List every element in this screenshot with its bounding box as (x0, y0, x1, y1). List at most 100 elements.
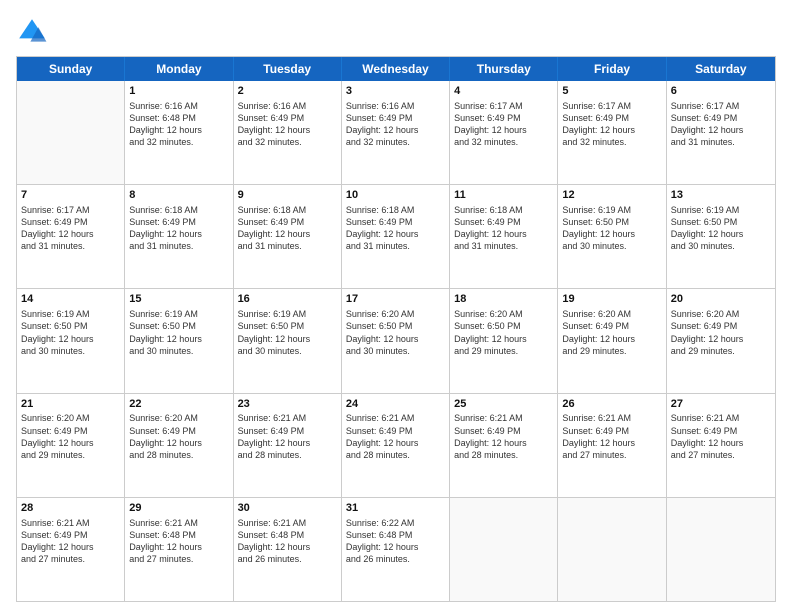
day-info: Sunrise: 6:16 AM Sunset: 6:48 PM Dayligh… (129, 100, 228, 149)
day-info: Sunrise: 6:18 AM Sunset: 6:49 PM Dayligh… (346, 204, 445, 253)
day-number: 25 (454, 397, 553, 412)
day-number: 9 (238, 188, 337, 203)
day-cell-27: 27Sunrise: 6:21 AM Sunset: 6:49 PM Dayli… (667, 394, 775, 497)
day-info: Sunrise: 6:20 AM Sunset: 6:49 PM Dayligh… (671, 308, 771, 357)
day-cell-1: 1Sunrise: 6:16 AM Sunset: 6:48 PM Daylig… (125, 81, 233, 184)
day-cell-5: 5Sunrise: 6:17 AM Sunset: 6:49 PM Daylig… (558, 81, 666, 184)
day-cell-17: 17Sunrise: 6:20 AM Sunset: 6:50 PM Dayli… (342, 289, 450, 392)
day-info: Sunrise: 6:21 AM Sunset: 6:49 PM Dayligh… (671, 412, 771, 461)
day-number: 5 (562, 84, 661, 99)
day-info: Sunrise: 6:21 AM Sunset: 6:49 PM Dayligh… (562, 412, 661, 461)
day-cell-14: 14Sunrise: 6:19 AM Sunset: 6:50 PM Dayli… (17, 289, 125, 392)
day-info: Sunrise: 6:17 AM Sunset: 6:49 PM Dayligh… (21, 204, 120, 253)
day-info: Sunrise: 6:16 AM Sunset: 6:49 PM Dayligh… (238, 100, 337, 149)
day-cell-10: 10Sunrise: 6:18 AM Sunset: 6:49 PM Dayli… (342, 185, 450, 288)
day-info: Sunrise: 6:21 AM Sunset: 6:48 PM Dayligh… (238, 517, 337, 566)
calendar-header: SundayMondayTuesdayWednesdayThursdayFrid… (17, 57, 775, 81)
day-cell-18: 18Sunrise: 6:20 AM Sunset: 6:50 PM Dayli… (450, 289, 558, 392)
calendar: SundayMondayTuesdayWednesdayThursdayFrid… (16, 56, 776, 602)
empty-cell (17, 81, 125, 184)
day-number: 28 (21, 501, 120, 516)
day-info: Sunrise: 6:22 AM Sunset: 6:48 PM Dayligh… (346, 517, 445, 566)
day-cell-19: 19Sunrise: 6:20 AM Sunset: 6:49 PM Dayli… (558, 289, 666, 392)
day-number: 26 (562, 397, 661, 412)
day-number: 17 (346, 292, 445, 307)
day-cell-28: 28Sunrise: 6:21 AM Sunset: 6:49 PM Dayli… (17, 498, 125, 601)
day-cell-2: 2Sunrise: 6:16 AM Sunset: 6:49 PM Daylig… (234, 81, 342, 184)
day-cell-6: 6Sunrise: 6:17 AM Sunset: 6:49 PM Daylig… (667, 81, 775, 184)
day-cell-20: 20Sunrise: 6:20 AM Sunset: 6:49 PM Dayli… (667, 289, 775, 392)
day-cell-22: 22Sunrise: 6:20 AM Sunset: 6:49 PM Dayli… (125, 394, 233, 497)
day-cell-31: 31Sunrise: 6:22 AM Sunset: 6:48 PM Dayli… (342, 498, 450, 601)
day-cell-12: 12Sunrise: 6:19 AM Sunset: 6:50 PM Dayli… (558, 185, 666, 288)
day-cell-7: 7Sunrise: 6:17 AM Sunset: 6:49 PM Daylig… (17, 185, 125, 288)
calendar-row-2: 7Sunrise: 6:17 AM Sunset: 6:49 PM Daylig… (17, 184, 775, 288)
day-cell-3: 3Sunrise: 6:16 AM Sunset: 6:49 PM Daylig… (342, 81, 450, 184)
day-info: Sunrise: 6:17 AM Sunset: 6:49 PM Dayligh… (671, 100, 771, 149)
day-cell-23: 23Sunrise: 6:21 AM Sunset: 6:49 PM Dayli… (234, 394, 342, 497)
day-info: Sunrise: 6:19 AM Sunset: 6:50 PM Dayligh… (21, 308, 120, 357)
day-cell-21: 21Sunrise: 6:20 AM Sunset: 6:49 PM Dayli… (17, 394, 125, 497)
day-number: 24 (346, 397, 445, 412)
day-cell-13: 13Sunrise: 6:19 AM Sunset: 6:50 PM Dayli… (667, 185, 775, 288)
day-info: Sunrise: 6:21 AM Sunset: 6:49 PM Dayligh… (238, 412, 337, 461)
day-info: Sunrise: 6:21 AM Sunset: 6:49 PM Dayligh… (454, 412, 553, 461)
day-number: 22 (129, 397, 228, 412)
day-number: 1 (129, 84, 228, 99)
day-cell-30: 30Sunrise: 6:21 AM Sunset: 6:48 PM Dayli… (234, 498, 342, 601)
day-cell-25: 25Sunrise: 6:21 AM Sunset: 6:49 PM Dayli… (450, 394, 558, 497)
day-info: Sunrise: 6:21 AM Sunset: 6:48 PM Dayligh… (129, 517, 228, 566)
calendar-row-4: 21Sunrise: 6:20 AM Sunset: 6:49 PM Dayli… (17, 393, 775, 497)
day-info: Sunrise: 6:18 AM Sunset: 6:49 PM Dayligh… (129, 204, 228, 253)
day-number: 6 (671, 84, 771, 99)
day-info: Sunrise: 6:20 AM Sunset: 6:50 PM Dayligh… (454, 308, 553, 357)
day-info: Sunrise: 6:17 AM Sunset: 6:49 PM Dayligh… (562, 100, 661, 149)
day-cell-15: 15Sunrise: 6:19 AM Sunset: 6:50 PM Dayli… (125, 289, 233, 392)
day-number: 18 (454, 292, 553, 307)
calendar-row-1: 1Sunrise: 6:16 AM Sunset: 6:48 PM Daylig… (17, 81, 775, 184)
day-number: 20 (671, 292, 771, 307)
day-info: Sunrise: 6:17 AM Sunset: 6:49 PM Dayligh… (454, 100, 553, 149)
day-number: 16 (238, 292, 337, 307)
day-number: 4 (454, 84, 553, 99)
day-info: Sunrise: 6:19 AM Sunset: 6:50 PM Dayligh… (671, 204, 771, 253)
day-info: Sunrise: 6:20 AM Sunset: 6:49 PM Dayligh… (129, 412, 228, 461)
day-number: 29 (129, 501, 228, 516)
logo-icon (16, 16, 48, 48)
day-info: Sunrise: 6:20 AM Sunset: 6:50 PM Dayligh… (346, 308, 445, 357)
day-number: 23 (238, 397, 337, 412)
day-number: 27 (671, 397, 771, 412)
day-cell-4: 4Sunrise: 6:17 AM Sunset: 6:49 PM Daylig… (450, 81, 558, 184)
header-day-wednesday: Wednesday (342, 57, 450, 81)
header-day-monday: Monday (125, 57, 233, 81)
day-info: Sunrise: 6:19 AM Sunset: 6:50 PM Dayligh… (129, 308, 228, 357)
day-cell-11: 11Sunrise: 6:18 AM Sunset: 6:49 PM Dayli… (450, 185, 558, 288)
empty-cell (450, 498, 558, 601)
day-number: 10 (346, 188, 445, 203)
day-number: 2 (238, 84, 337, 99)
day-cell-8: 8Sunrise: 6:18 AM Sunset: 6:49 PM Daylig… (125, 185, 233, 288)
empty-cell (667, 498, 775, 601)
header-day-saturday: Saturday (667, 57, 775, 81)
day-cell-29: 29Sunrise: 6:21 AM Sunset: 6:48 PM Dayli… (125, 498, 233, 601)
header-day-thursday: Thursday (450, 57, 558, 81)
day-info: Sunrise: 6:20 AM Sunset: 6:49 PM Dayligh… (21, 412, 120, 461)
day-info: Sunrise: 6:19 AM Sunset: 6:50 PM Dayligh… (562, 204, 661, 253)
day-number: 15 (129, 292, 228, 307)
header-day-tuesday: Tuesday (234, 57, 342, 81)
day-number: 13 (671, 188, 771, 203)
day-cell-16: 16Sunrise: 6:19 AM Sunset: 6:50 PM Dayli… (234, 289, 342, 392)
day-number: 31 (346, 501, 445, 516)
header-day-sunday: Sunday (17, 57, 125, 81)
day-info: Sunrise: 6:19 AM Sunset: 6:50 PM Dayligh… (238, 308, 337, 357)
day-number: 3 (346, 84, 445, 99)
page: SundayMondayTuesdayWednesdayThursdayFrid… (0, 0, 792, 612)
day-number: 14 (21, 292, 120, 307)
day-number: 12 (562, 188, 661, 203)
calendar-row-5: 28Sunrise: 6:21 AM Sunset: 6:49 PM Dayli… (17, 497, 775, 601)
day-info: Sunrise: 6:16 AM Sunset: 6:49 PM Dayligh… (346, 100, 445, 149)
calendar-row-3: 14Sunrise: 6:19 AM Sunset: 6:50 PM Dayli… (17, 288, 775, 392)
day-info: Sunrise: 6:18 AM Sunset: 6:49 PM Dayligh… (454, 204, 553, 253)
day-cell-26: 26Sunrise: 6:21 AM Sunset: 6:49 PM Dayli… (558, 394, 666, 497)
day-number: 19 (562, 292, 661, 307)
